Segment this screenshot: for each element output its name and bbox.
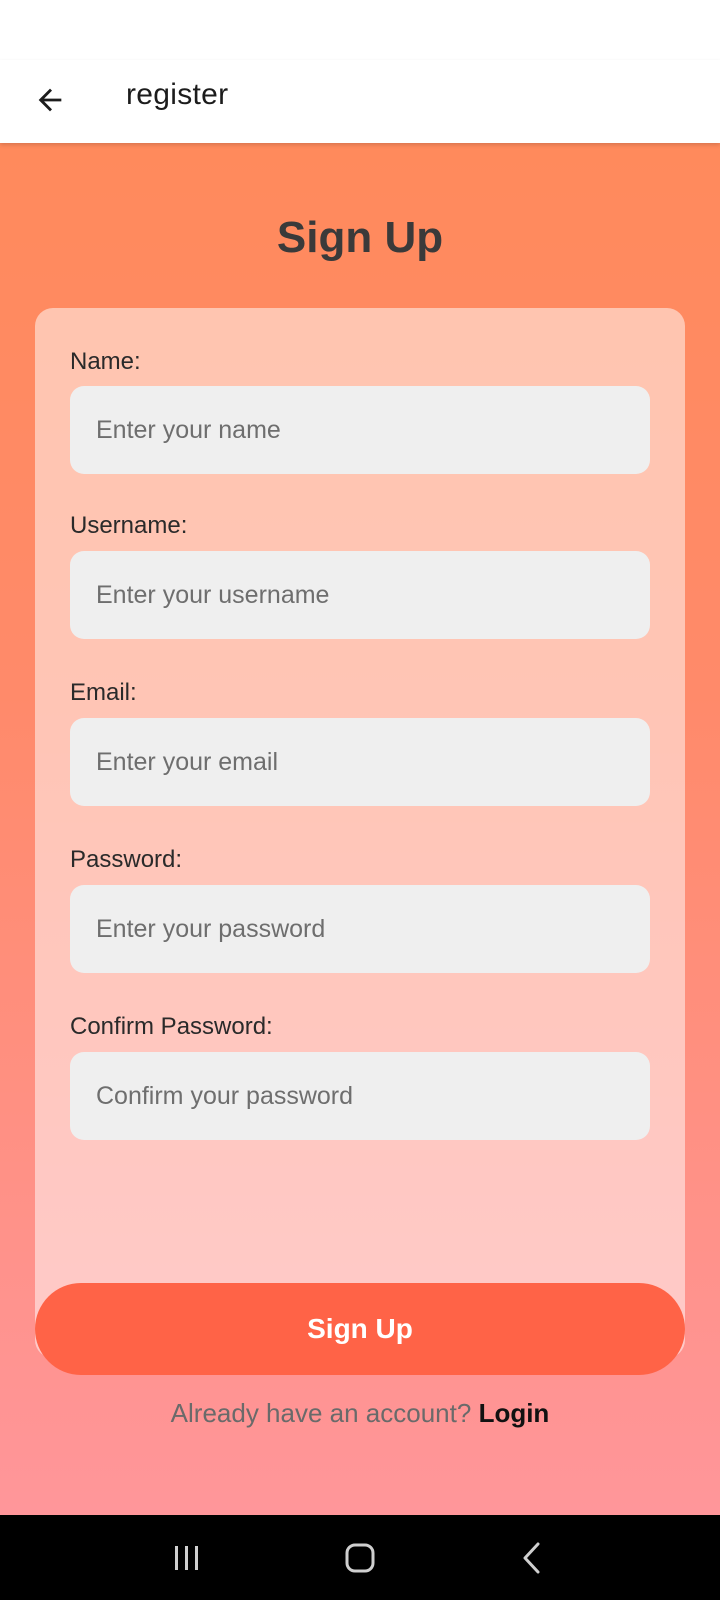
main-content: Sign Up Name: Username: Email: Password:…: [0, 143, 720, 1515]
system-back-button[interactable]: [493, 1528, 573, 1588]
name-input[interactable]: [70, 386, 650, 474]
signup-form: Name: Username: Email: Password: Confirm…: [35, 308, 685, 1358]
back-icon: [523, 1542, 540, 1573]
login-prompt-row: Already have an account? Login: [0, 1398, 720, 1429]
password-label: Password:: [70, 846, 183, 873]
home-button[interactable]: [320, 1528, 400, 1588]
status-bar: [0, 0, 720, 60]
app-bar-title: register: [126, 78, 229, 111]
username-input[interactable]: [70, 551, 650, 639]
login-link[interactable]: Login: [479, 1398, 550, 1428]
login-prompt-text: Already have an account?: [170, 1398, 472, 1428]
username-label: Username:: [70, 512, 188, 539]
confirm-password-input[interactable]: [70, 1052, 650, 1140]
sign-up-button[interactable]: Sign Up: [35, 1283, 685, 1375]
recent-apps-icon: [174, 1545, 198, 1570]
password-input[interactable]: [70, 885, 650, 973]
system-navigation-bar: [0, 1515, 720, 1600]
page-title: Sign Up: [276, 213, 444, 262]
email-label: Email:: [70, 679, 137, 706]
app-bar: register: [0, 60, 720, 143]
recent-apps-button[interactable]: [147, 1528, 227, 1588]
confirm-password-label: Confirm Password:: [70, 1013, 273, 1040]
home-icon: [345, 1543, 375, 1572]
email-input[interactable]: [70, 718, 650, 806]
name-label: Name:: [70, 348, 141, 375]
back-button[interactable]: [22, 72, 78, 128]
arrow-left-icon: [38, 88, 62, 112]
